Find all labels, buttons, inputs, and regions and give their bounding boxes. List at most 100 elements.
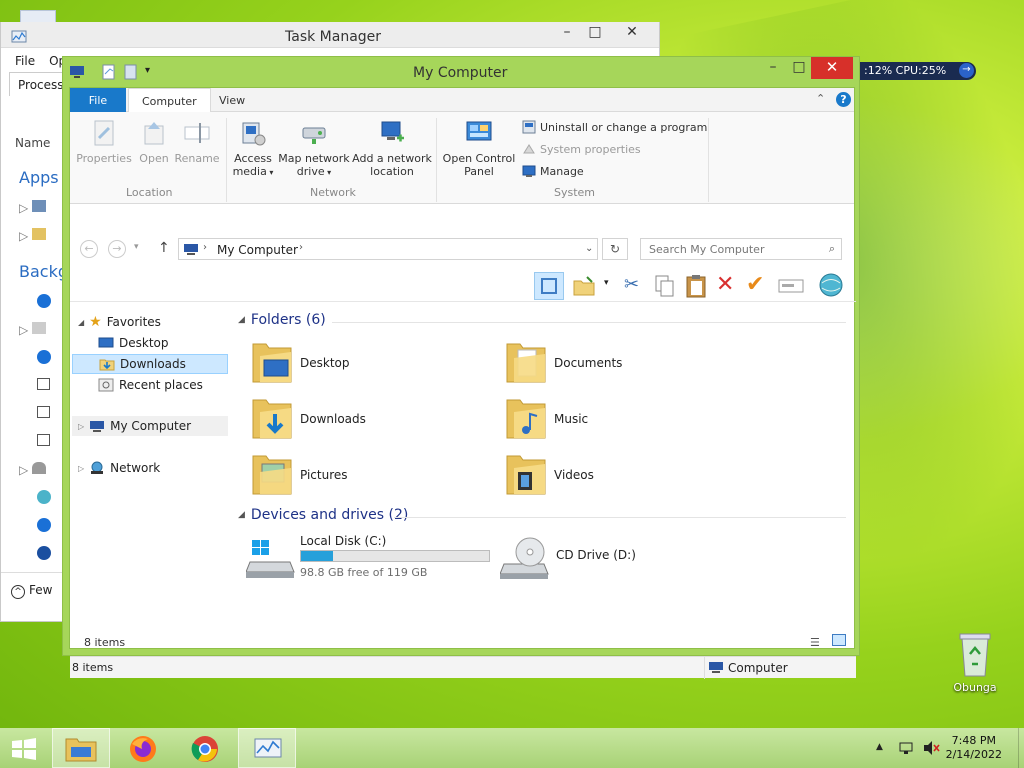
system-properties-button[interactable]: System properties xyxy=(522,142,641,156)
recent-places-icon xyxy=(98,378,114,392)
list-item[interactable] xyxy=(19,546,59,560)
preview-pane-button[interactable] xyxy=(534,272,564,300)
volume-muted-icon[interactable] xyxy=(922,740,940,756)
arrow-right-icon[interactable]: → xyxy=(959,63,974,78)
nav-network[interactable]: ▷ Network xyxy=(78,458,160,478)
list-item[interactable] xyxy=(19,518,59,532)
paste-icon[interactable] xyxy=(684,273,708,299)
show-hidden-icons[interactable]: ▲ xyxy=(876,742,883,752)
tab-processes[interactable]: Processe xyxy=(9,72,71,96)
ribbon-collapse-icon[interactable]: ⌃ xyxy=(816,92,825,105)
nav-desktop-label: Desktop xyxy=(119,336,169,350)
nav-downloads[interactable]: Downloads xyxy=(72,354,228,374)
taskbar-task-manager[interactable] xyxy=(238,728,296,768)
globe-icon[interactable] xyxy=(818,272,844,298)
list-item[interactable]: ▷ xyxy=(19,200,59,215)
breadcrumb-chevron-icon[interactable]: › xyxy=(299,242,303,253)
tab-view[interactable]: View xyxy=(206,88,258,112)
back-button[interactable]: ← xyxy=(80,240,98,258)
details-view-icon[interactable]: ☰ xyxy=(810,636,820,649)
show-desktop-button[interactable] xyxy=(1018,728,1024,768)
my-computer-titlebar[interactable]: ▾ My Computer – □ ✕ xyxy=(63,57,859,87)
open-button[interactable]: Open xyxy=(136,118,172,165)
large-icons-view-icon[interactable] xyxy=(832,634,846,646)
fewer-details-button[interactable]: ^ Few xyxy=(1,572,63,608)
close-button[interactable]: ✕ xyxy=(611,22,653,44)
folder-quick-icon[interactable] xyxy=(123,64,139,80)
list-item[interactable]: ▷ xyxy=(19,322,59,337)
drive-local-disk[interactable]: Local Disk (C:) 98.8 GB free of 119 GB xyxy=(246,534,490,586)
system-clock[interactable]: 7:48 PM 2/14/2022 xyxy=(946,734,1002,762)
devices-section-header[interactable]: ◢ Devices and drives (2) xyxy=(238,507,408,523)
properties-label: Properties xyxy=(76,152,132,165)
checkmark-icon[interactable]: ✔ xyxy=(746,272,764,297)
address-bar[interactable]: › My Computer › ⌄ xyxy=(178,238,598,260)
list-item[interactable] xyxy=(19,490,59,504)
breadcrumb[interactable]: My Computer xyxy=(217,243,298,257)
tab-file[interactable]: File xyxy=(70,88,126,112)
forward-button[interactable]: → xyxy=(108,240,126,258)
recent-locations-chevron-icon[interactable]: ▾ xyxy=(134,242,139,252)
maximize-button[interactable]: □ xyxy=(785,57,813,79)
start-button[interactable] xyxy=(0,728,58,768)
list-item[interactable] xyxy=(19,294,59,308)
open-control-panel-button[interactable]: Open Control Panel xyxy=(440,118,518,178)
my-computer-window[interactable]: ▾ My Computer – □ ✕ File Computer View ⌃… xyxy=(62,56,860,679)
folder-documents[interactable]: Documents xyxy=(504,338,744,390)
folder-music[interactable]: Music xyxy=(504,394,744,446)
help-icon[interactable]: ? xyxy=(836,92,851,107)
access-media-button[interactable]: Access media ▾ xyxy=(230,118,276,179)
drive-cd[interactable]: CD Drive (D:) xyxy=(500,534,700,586)
copy-icon[interactable] xyxy=(654,274,676,298)
list-item[interactable]: ▷ xyxy=(19,462,59,477)
manage-button[interactable]: Manage xyxy=(522,164,584,178)
delete-icon[interactable]: ✕ xyxy=(716,272,734,297)
properties-quick-icon[interactable] xyxy=(101,64,117,80)
close-button[interactable]: ✕ xyxy=(811,57,853,79)
search-input[interactable]: Search My Computer ⌕ xyxy=(640,238,842,260)
taskbar-file-explorer[interactable] xyxy=(52,728,110,768)
rename-button[interactable]: Rename xyxy=(174,118,220,165)
nav-recent-places[interactable]: Recent places xyxy=(98,375,203,395)
chevron-down-icon[interactable]: ▾ xyxy=(604,278,609,288)
list-item[interactable] xyxy=(19,350,59,364)
list-item[interactable] xyxy=(19,434,59,448)
properties-button[interactable]: Properties xyxy=(76,118,132,165)
list-item[interactable] xyxy=(19,406,59,420)
uninstall-program-button[interactable]: Uninstall or change a program xyxy=(522,120,707,134)
nav-favorites[interactable]: ◢ ★ Favorites xyxy=(78,312,161,332)
folder-pictures[interactable]: Pictures xyxy=(250,450,490,502)
taskbar-firefox[interactable] xyxy=(114,728,172,768)
folder-options-icon[interactable] xyxy=(572,274,596,298)
folder-downloads[interactable]: Downloads xyxy=(250,394,490,446)
minimize-button[interactable]: – xyxy=(553,22,581,44)
breadcrumb-chevron-icon[interactable]: › xyxy=(203,242,207,253)
column-name[interactable]: Name xyxy=(15,136,50,150)
list-item[interactable] xyxy=(19,378,59,392)
rename-toolbar-icon[interactable] xyxy=(778,276,804,296)
task-manager-titlebar[interactable]: Task Manager – □ ✕ xyxy=(1,22,659,48)
nav-my-computer[interactable]: ▷ My Computer xyxy=(72,416,228,436)
open-control-panel-label: Open Control Panel xyxy=(442,152,516,178)
maximize-button[interactable]: □ xyxy=(581,22,609,44)
chevron-down-icon[interactable]: ▾ xyxy=(145,65,150,76)
chevron-down-icon: ◢ xyxy=(78,317,85,327)
folder-desktop[interactable]: Desktop xyxy=(250,338,490,390)
network-status-icon[interactable] xyxy=(898,740,914,756)
cut-icon[interactable]: ✂ xyxy=(624,274,639,295)
map-network-drive-button[interactable]: Map network drive ▾ xyxy=(278,118,350,179)
list-item[interactable]: ▷ xyxy=(19,228,59,243)
tab-computer[interactable]: Computer xyxy=(128,88,211,113)
taskbar-chrome[interactable] xyxy=(176,728,234,768)
address-dropdown-icon[interactable]: ⌄ xyxy=(585,243,593,254)
folder-name: Documents xyxy=(554,356,623,370)
up-button[interactable]: ↑ xyxy=(158,240,170,256)
refresh-button[interactable]: ↻ xyxy=(602,238,628,260)
folders-section-header[interactable]: ◢ Folders (6) xyxy=(238,312,326,328)
menu-file[interactable]: File xyxy=(15,54,35,70)
add-network-location-button[interactable]: Add a network location xyxy=(352,118,432,178)
recycle-bin[interactable]: Obunga xyxy=(950,632,1000,694)
folder-videos[interactable]: Videos xyxy=(504,450,744,502)
nav-desktop[interactable]: Desktop xyxy=(98,333,169,353)
minimize-button[interactable]: – xyxy=(759,57,787,79)
